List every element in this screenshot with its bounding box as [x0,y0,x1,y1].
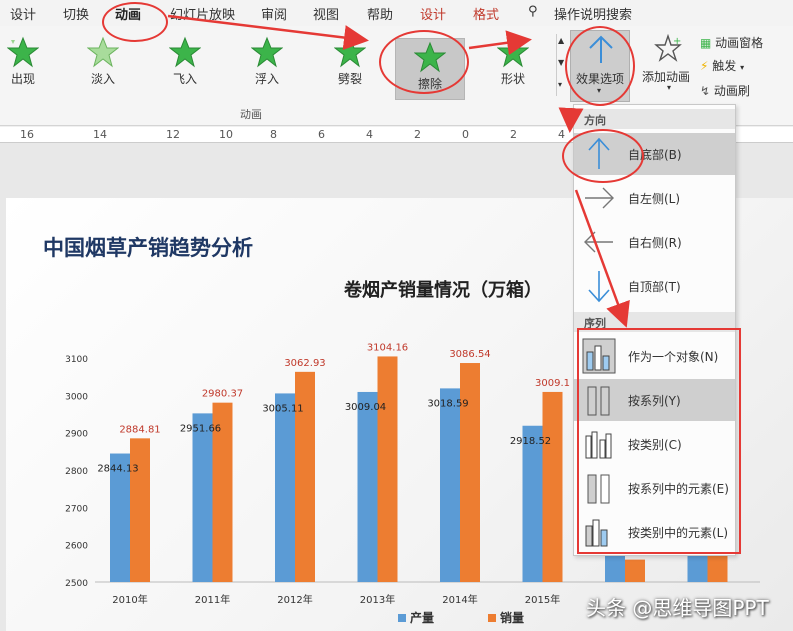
arrow-to-sequence [574,189,630,328]
annotation-arrows [167,14,630,328]
watermark: 头条 @思维导图PPT [586,596,769,620]
arrow-to-wipe [167,14,369,50]
arrow-to-direction [558,107,584,133]
arrow-to-effect-options [468,30,532,56]
